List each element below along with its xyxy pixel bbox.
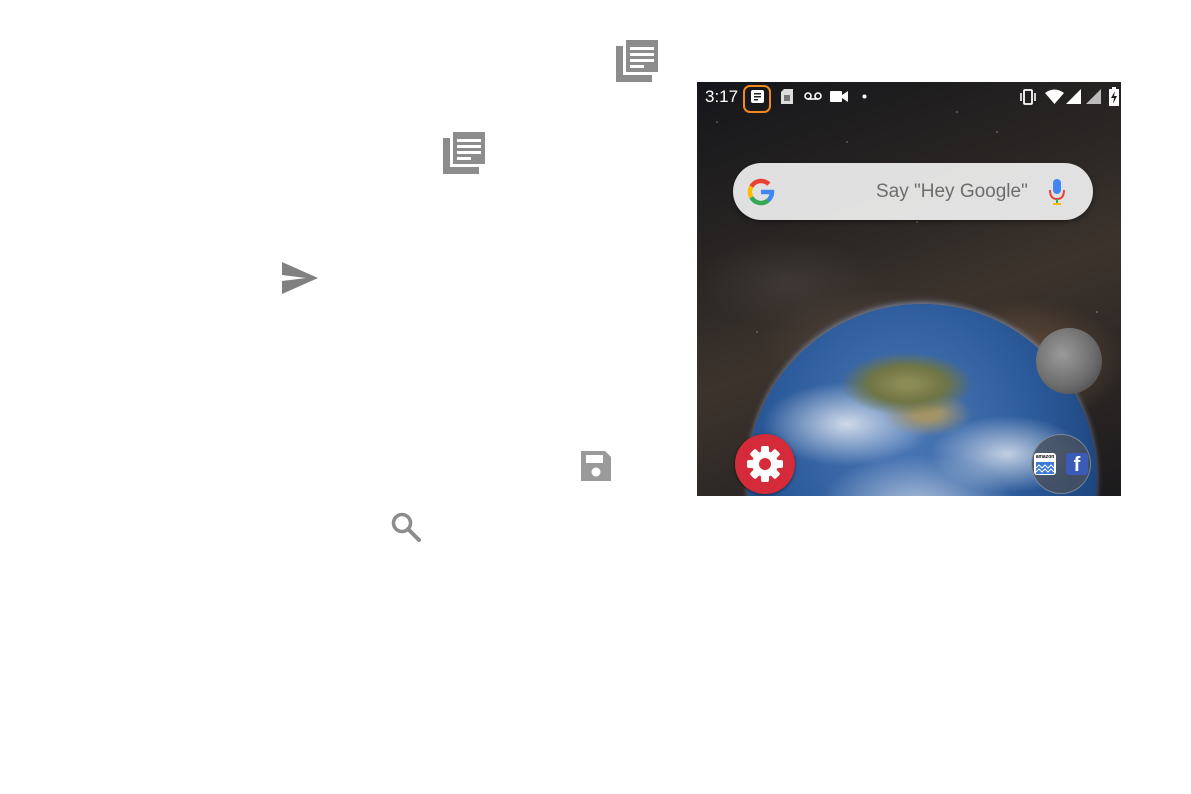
wifi-icon (1045, 89, 1064, 104)
news-article-icon[interactable] (441, 130, 487, 176)
amazon-label: amazon (1035, 454, 1055, 460)
settings-gear-icon (746, 445, 784, 483)
microphone-icon[interactable] (1049, 178, 1065, 206)
status-time: 3:17 (705, 87, 739, 106)
news-article-icon[interactable] (614, 38, 660, 84)
vibrate-icon (1019, 89, 1037, 105)
facebook-icon: f (1066, 453, 1088, 476)
moon-wallpaper (1036, 328, 1102, 394)
google-search-widget[interactable]: Say "Hey Google" (733, 163, 1093, 220)
video-camera-icon (830, 91, 848, 102)
voicemail-icon (804, 91, 822, 101)
dot-icon (862, 94, 867, 99)
send-icon[interactable] (281, 261, 319, 295)
sim-card-icon (781, 89, 793, 104)
signal-icon (1086, 89, 1101, 104)
signal-icon (1066, 89, 1081, 104)
search-icon[interactable] (390, 511, 422, 543)
phone-home-screen: 3:17 Say "Hey Google" amazon f (697, 82, 1121, 496)
search-hint: Say "Hey Google" (876, 181, 1028, 202)
google-g-icon (747, 178, 775, 206)
battery-charging-icon (1109, 87, 1119, 106)
amazon-icon: amazon (1034, 453, 1056, 475)
settings-app[interactable] (735, 434, 795, 494)
status-bar: 3:17 (697, 82, 1121, 113)
save-icon[interactable] (578, 448, 614, 484)
app-folder[interactable]: amazon f (1031, 434, 1091, 494)
news-notification-icon[interactable] (751, 90, 764, 103)
